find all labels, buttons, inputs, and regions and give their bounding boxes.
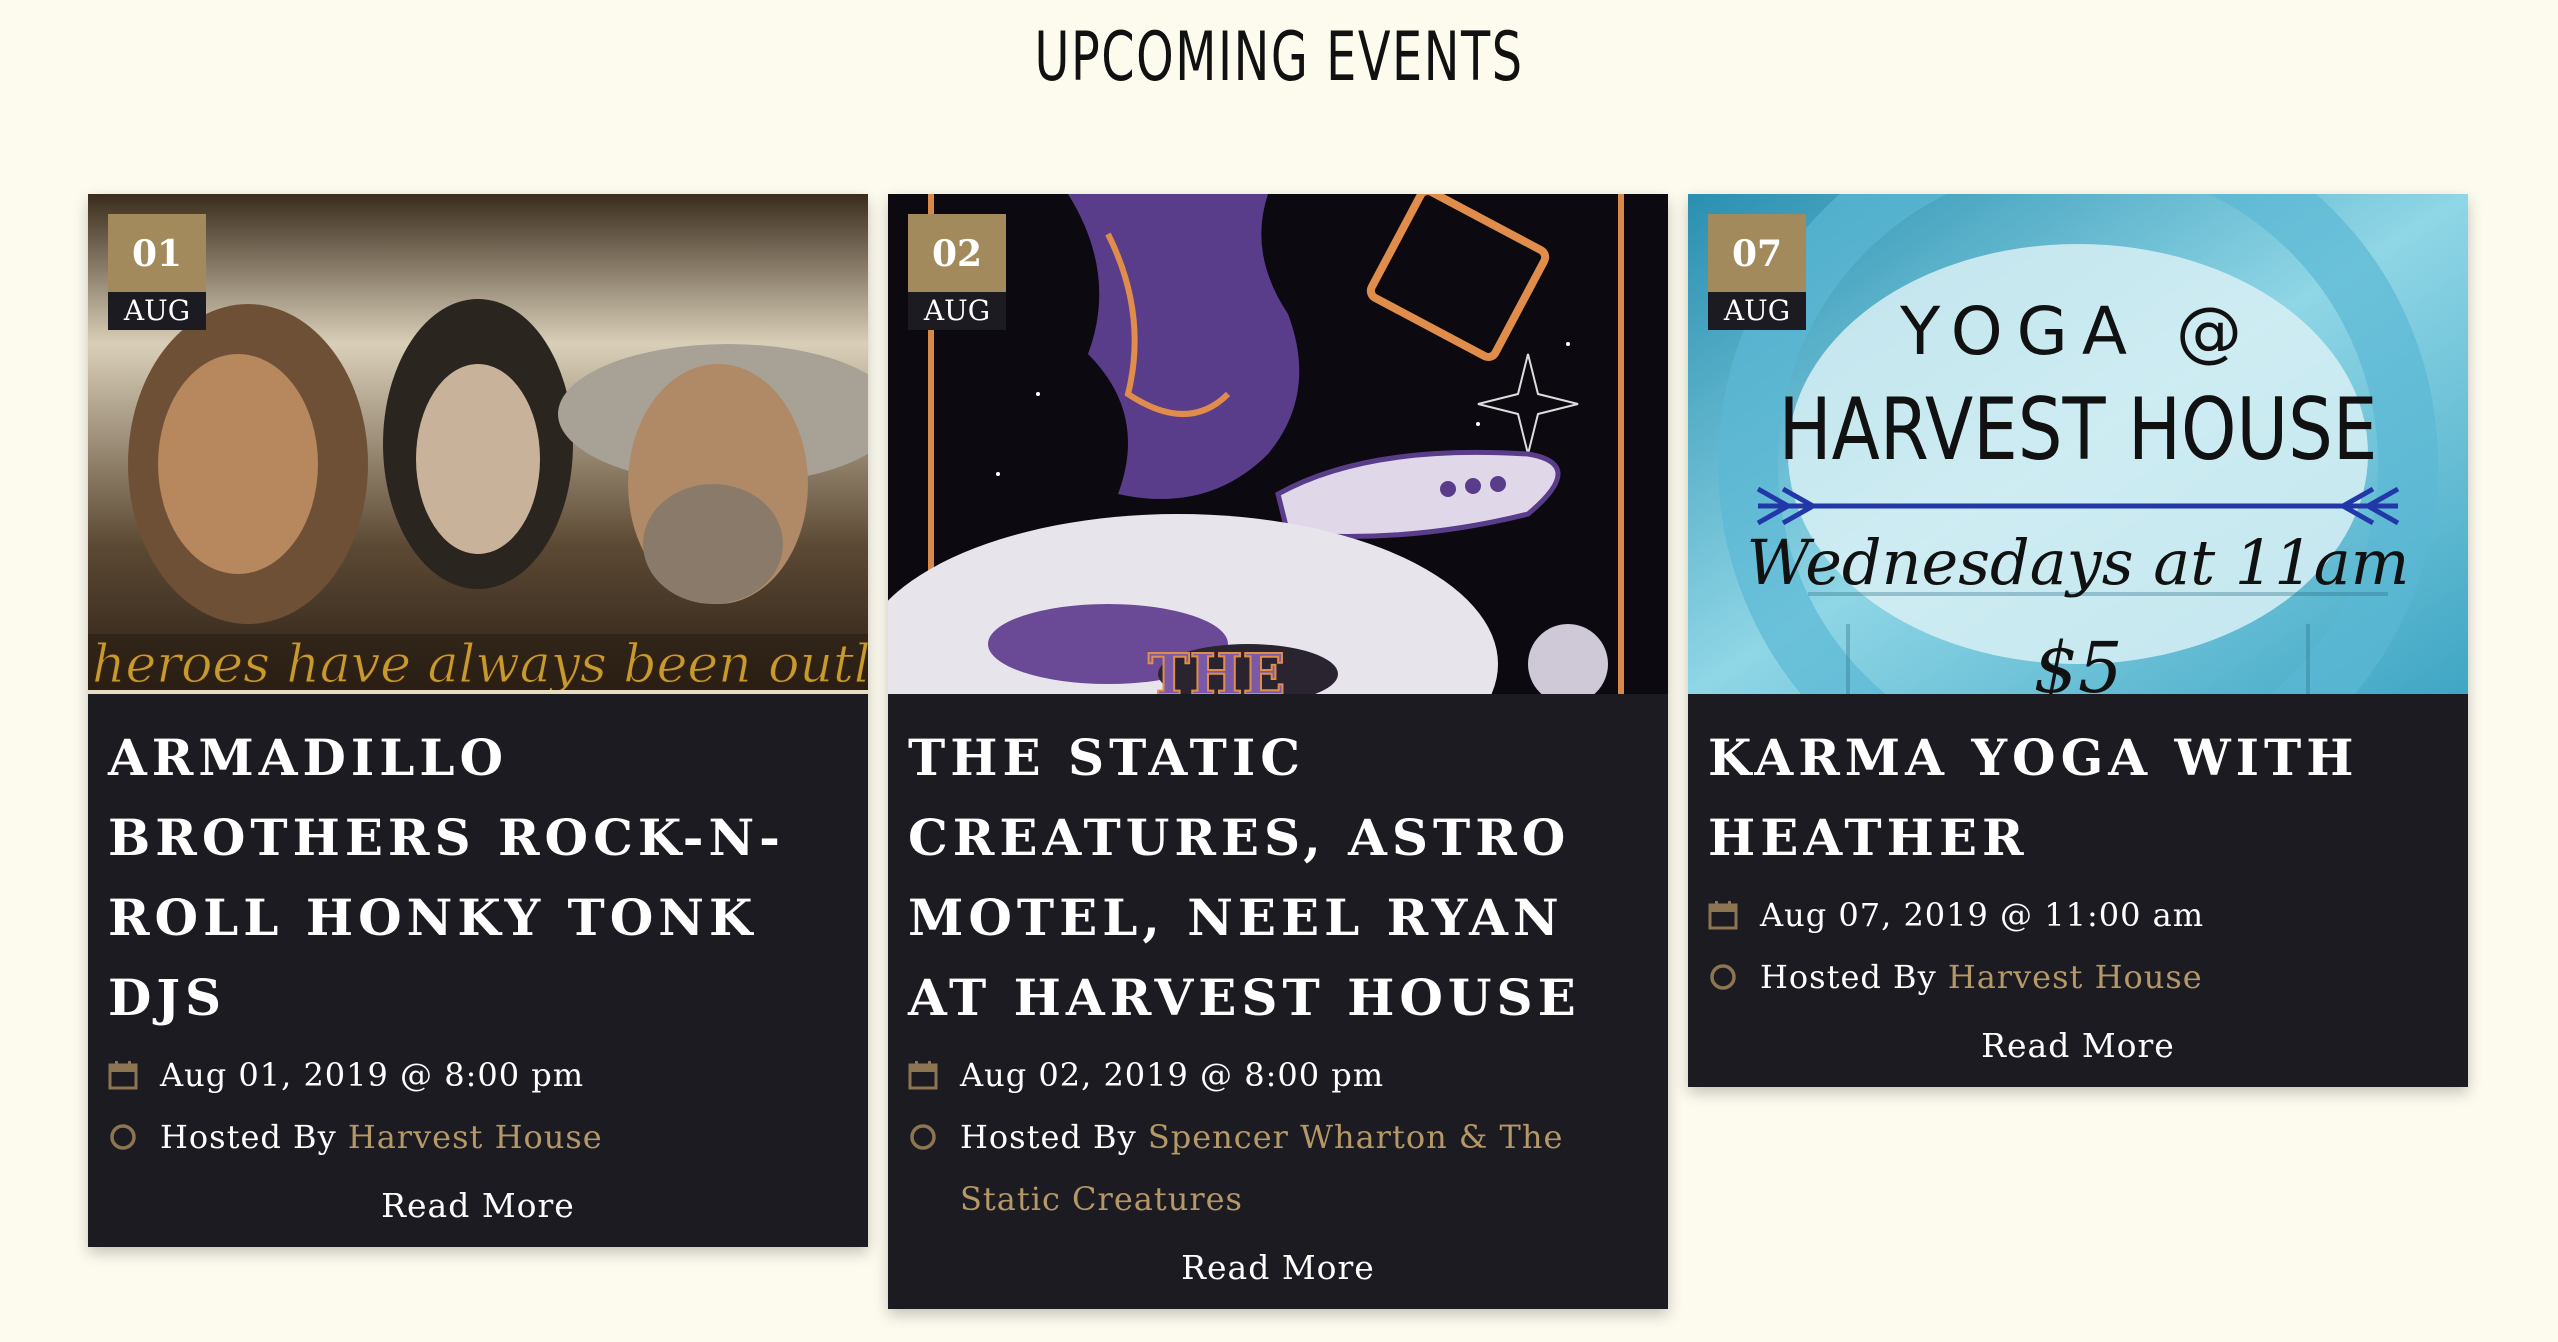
card-body: ARMADILLO BROTHERS ROCK-N-ROLL HONKY TON… — [88, 694, 868, 1247]
date-badge: 02 AUG — [908, 214, 1006, 330]
read-more-link[interactable]: Read More — [108, 1186, 848, 1225]
image-line3: Wednesdays at 11am — [1747, 526, 2410, 599]
card-body: THE STATIC CREATURES, ASTRO MOTEL, NEEL … — [888, 694, 1668, 1309]
event-host-row: Hosted By Harvest House — [1708, 946, 2448, 1008]
event-host-row: Hosted By Harvest House — [108, 1106, 848, 1168]
date-badge: 01 AUG — [108, 214, 206, 330]
badge-day: 01 — [108, 214, 206, 292]
hosted-by-label: Hosted By — [160, 1118, 337, 1156]
host-link[interactable]: Harvest House — [348, 1118, 603, 1156]
event-title[interactable]: ARMADILLO BROTHERS ROCK-N-ROLL HONKY TON… — [108, 718, 848, 1038]
event-card[interactable]: THE 02 AUG THE STATIC CREATURES, ASTRO M… — [888, 194, 1668, 1309]
event-title[interactable]: KARMA YOGA WITH HEATHER — [1708, 718, 2448, 878]
hosted-by-label: Hosted By — [960, 1118, 1137, 1156]
read-more-link[interactable]: Read More — [908, 1248, 1648, 1287]
read-more-link[interactable]: Read More — [1708, 1026, 2448, 1065]
badge-month: AUG — [1708, 292, 1806, 330]
event-image[interactable]: YOGA @ HARVEST HOUSE Wednesdays at 11am … — [1688, 194, 2468, 694]
event-card[interactable]: heroes have always been outl 01 AUG ARMA… — [88, 194, 868, 1247]
event-datetime-row: Aug 02, 2019 @ 8:00 pm — [908, 1044, 1648, 1106]
event-title[interactable]: THE STATIC CREATURES, ASTRO MOTEL, NEEL … — [908, 718, 1648, 1038]
image-line4: $5 — [2033, 627, 2122, 694]
event-image[interactable]: heroes have always been outl 01 AUG — [88, 194, 868, 694]
badge-month: AUG — [108, 292, 206, 330]
event-datetime: Aug 07, 2019 @ 11:00 am — [1760, 896, 2205, 934]
calendar-icon — [908, 1044, 940, 1106]
event-card[interactable]: YOGA @ HARVEST HOUSE Wednesdays at 11am … — [1688, 194, 2468, 1087]
image-line1: YOGA @ — [1899, 293, 2256, 370]
event-datetime: Aug 01, 2019 @ 8:00 pm — [160, 1056, 585, 1094]
image-line2: HARVEST HOUSE — [1779, 379, 2378, 480]
badge-day: 07 — [1708, 214, 1806, 292]
calendar-icon — [108, 1044, 140, 1106]
calendar-icon — [1708, 884, 1740, 946]
host-link[interactable]: Harvest House — [1948, 958, 2203, 996]
section-title: UPCOMING EVENTS — [1034, 18, 1524, 97]
event-host-row: Hosted By Spencer Wharton & The Static C… — [908, 1106, 1648, 1230]
circle-icon — [1708, 946, 1740, 1008]
date-badge: 07 AUG — [1708, 214, 1806, 330]
badge-day: 02 — [908, 214, 1006, 292]
image-caption: THE — [1148, 642, 1285, 694]
circle-icon — [108, 1106, 140, 1168]
event-datetime-row: Aug 07, 2019 @ 11:00 am — [1708, 884, 2448, 946]
card-body: KARMA YOGA WITH HEATHER Aug 07, 2019 @ 1… — [1688, 694, 2468, 1087]
hosted-by-label: Hosted By — [1760, 958, 1937, 996]
image-caption: heroes have always been outl — [92, 635, 868, 694]
event-datetime-row: Aug 01, 2019 @ 8:00 pm — [108, 1044, 848, 1106]
event-image[interactable]: THE 02 AUG — [888, 194, 1668, 694]
event-datetime: Aug 02, 2019 @ 8:00 pm — [960, 1056, 1385, 1094]
circle-icon — [908, 1106, 940, 1168]
badge-month: AUG — [908, 292, 1006, 330]
